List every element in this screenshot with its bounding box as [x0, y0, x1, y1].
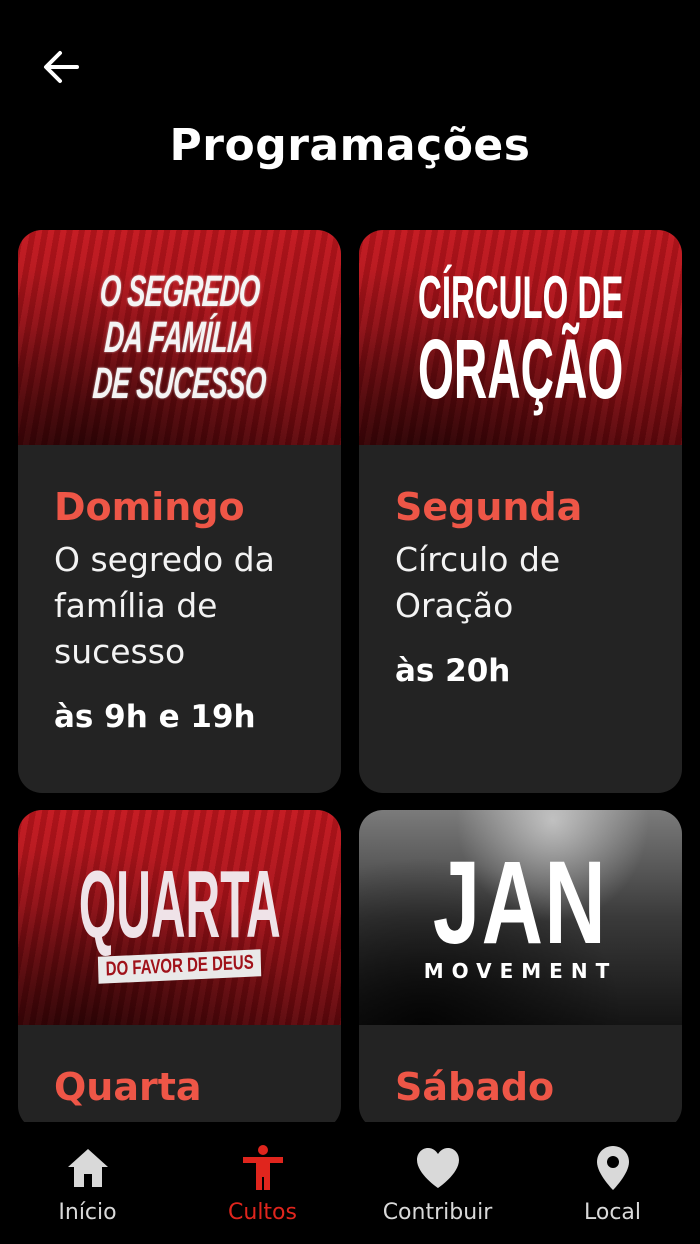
banner-artwork: O SEGREDO DA FAMÍLIA DE SUCESSO [18, 230, 341, 445]
banner-text-line: O SEGREDO [98, 266, 261, 316]
arrow-left-icon [44, 51, 79, 83]
card-body: Quarta [18, 1025, 341, 1111]
card-body: Segunda Círculo de Oração às 20h [359, 445, 682, 689]
banner-artwork: JAN MOVEMENT [359, 810, 682, 1025]
heart-icon [414, 1144, 462, 1192]
nav-label: Local [583, 1200, 642, 1225]
bottom-nav: Início Cultos Contribuir Local [0, 1122, 700, 1244]
nav-item-inicio[interactable]: Início [0, 1122, 175, 1244]
banner-text-line: DE SUCESSO [91, 358, 268, 408]
card-body: Sábado [359, 1025, 682, 1111]
event-card-quarta[interactable]: QUARTA DO FAVOR DE DEUS Quarta [18, 810, 341, 1130]
event-time: às 9h e 19h [54, 699, 256, 735]
nav-item-local[interactable]: Local [525, 1122, 700, 1244]
event-banner-image: QUARTA DO FAVOR DE DEUS [18, 810, 341, 1025]
banner-text-line: JAN [433, 836, 608, 969]
location-pin-icon [589, 1144, 637, 1192]
banner-text-line: DA FAMÍLIA [103, 312, 256, 362]
page-title: Programações [169, 120, 531, 171]
event-banner-image: CÍRCULO DE ORAÇÃO [359, 230, 682, 445]
banner-artwork: QUARTA DO FAVOR DE DEUS [18, 810, 341, 1025]
event-banner-image: O SEGREDO DA FAMÍLIA DE SUCESSO [18, 230, 341, 445]
banner-text-line: CÍRCULO DE [417, 263, 624, 331]
nav-label: Contribuir [382, 1200, 493, 1225]
event-day: Segunda [395, 485, 583, 529]
home-icon [64, 1144, 112, 1192]
nav-label: Cultos [228, 1200, 297, 1225]
nav-item-cultos[interactable]: Cultos [175, 1122, 350, 1244]
programacoes-screen: Programações O SEGREDO DA FAMÍLIA DE SUC… [0, 0, 700, 1244]
event-time: às 20h [395, 653, 511, 689]
banner-text-line: QUARTA [78, 851, 281, 958]
event-day: Quarta [54, 1065, 202, 1109]
event-banner-image: JAN MOVEMENT [359, 810, 682, 1025]
nav-item-contribuir[interactable]: Contribuir [350, 1122, 525, 1244]
banner-text-line: ORAÇÃO [417, 321, 624, 416]
event-card-segunda[interactable]: CÍRCULO DE ORAÇÃO Segunda Círculo de Ora… [359, 230, 682, 793]
event-day: Domingo [54, 485, 245, 529]
event-card-sabado[interactable]: JAN MOVEMENT Sábado [359, 810, 682, 1130]
event-card-domingo[interactable]: O SEGREDO DA FAMÍLIA DE SUCESSO Domingo … [18, 230, 341, 793]
event-description: Círculo de Oração [395, 540, 561, 625]
banner-artwork: CÍRCULO DE ORAÇÃO [359, 230, 682, 445]
event-day: Sábado [395, 1065, 555, 1109]
nav-label: Início [58, 1200, 117, 1225]
back-button[interactable] [36, 42, 86, 92]
person-icon [239, 1144, 287, 1192]
card-body: Domingo O segredo da família de sucesso … [18, 445, 341, 735]
event-description: O segredo da família de sucesso [54, 540, 275, 671]
